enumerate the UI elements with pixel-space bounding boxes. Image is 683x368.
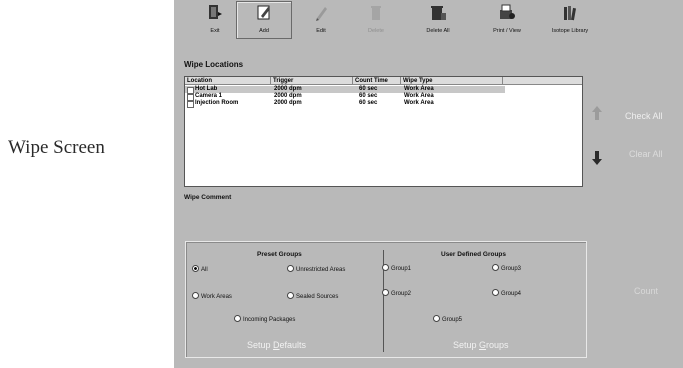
row-trigger: 2000 dpm — [274, 86, 302, 92]
user-defined-groups-title: User Defined Groups — [441, 251, 507, 258]
wipe-locations-title: Wipe Locations — [184, 60, 244, 69]
check-all-button[interactable]: Check All — [625, 111, 663, 121]
radio-group1-label: Group1 — [391, 266, 412, 273]
row-location: Hot Lab — [195, 86, 218, 92]
row-location: Camera 1 — [195, 93, 223, 99]
groups-panel: Preset Groups User Defined Groups All Un… — [185, 241, 587, 358]
radio-incoming-packages[interactable]: Incoming Packages — [234, 315, 296, 324]
radio-incoming-packages-label: Incoming Packages — [243, 317, 296, 324]
exit-button[interactable]: Exit — [188, 2, 242, 40]
radio-work-areas[interactable]: Work Areas — [192, 292, 232, 301]
setup-groups-rest: roups — [486, 340, 509, 350]
radio-group2-label: Group2 — [391, 291, 412, 298]
radio-group5-label: Group5 — [442, 317, 463, 324]
wipe-locations-list[interactable]: Location Trigger Count Time Wipe Type Ho… — [184, 76, 583, 187]
setup-defaults-rest: efaults — [279, 340, 307, 350]
radio-group1[interactable]: Group1 — [382, 264, 412, 273]
row-wipe-type: Work Area — [404, 93, 434, 99]
add-label: Add — [259, 28, 269, 34]
setup-defaults-button[interactable]: Setup Defaults — [247, 340, 306, 350]
row-trigger: 2000 dpm — [274, 100, 302, 106]
table-row[interactable]: Injection Room 2000 dpm 60 sec Work Area — [185, 100, 505, 108]
row-count-time: 60 sec — [359, 93, 378, 99]
clear-all-button[interactable]: Clear All — [629, 149, 663, 159]
print-view-label: Print / View — [493, 28, 521, 34]
delete-label: Delete — [368, 28, 384, 34]
row-wipe-type: Work Area — [404, 100, 434, 106]
radio-sealed-sources-label: Sealed Sources — [296, 294, 339, 301]
row-checkbox[interactable] — [187, 101, 194, 108]
add-icon — [257, 5, 270, 20]
isotope-library-label: Isotope Library — [551, 28, 589, 34]
radio-group5[interactable]: Group5 — [433, 315, 463, 324]
table-row[interactable]: Hot Lab 2000 dpm 60 sec Work Area — [185, 86, 505, 94]
preset-groups-title: Preset Groups — [257, 251, 302, 258]
radio-all[interactable]: All — [192, 265, 208, 274]
column-header-count-time[interactable]: Count Time — [353, 77, 401, 85]
radio-group3[interactable]: Group3 — [492, 264, 522, 273]
radio-group4-label: Group4 — [501, 291, 522, 298]
isotope-library-icon — [564, 6, 577, 21]
add-button[interactable]: Add — [236, 1, 292, 39]
delete-button[interactable]: Delete — [349, 2, 403, 40]
row-trigger: 2000 dpm — [274, 93, 302, 99]
radio-group2[interactable]: Group2 — [382, 289, 412, 298]
delete-icon — [371, 6, 381, 20]
column-header-empty — [503, 77, 582, 85]
edit-label: Edit — [316, 28, 326, 34]
app-window: Exit Add Edit Delete Delete All Print / … — [174, 0, 683, 368]
column-header-wipe-type[interactable]: Wipe Type — [401, 77, 503, 85]
screen-caption: Wipe Screen — [8, 137, 105, 158]
move-up-icon[interactable] — [592, 106, 602, 120]
exit-label: Exit — [210, 28, 220, 34]
radio-all-label: All — [201, 267, 208, 274]
row-wipe-type: Work Area — [404, 86, 434, 92]
radio-group3-label: Group3 — [501, 266, 522, 273]
print-view-icon — [500, 4, 515, 19]
wipe-comment-title: Wipe Comment — [184, 194, 232, 201]
delete-all-icon — [431, 6, 446, 20]
radio-unrestricted-areas[interactable]: Unrestricted Areas — [287, 265, 346, 274]
exit-icon — [209, 5, 222, 19]
isotope-library-button[interactable]: Isotope Library — [543, 2, 597, 40]
print-view-button[interactable]: Print / View — [480, 2, 534, 40]
delete-all-button[interactable]: Delete All — [411, 2, 465, 40]
table-row[interactable]: Camera 1 2000 dpm 60 sec Work Area — [185, 93, 505, 101]
column-header-trigger[interactable]: Trigger — [271, 77, 353, 85]
setup-groups-button[interactable]: Setup Groups — [453, 340, 509, 350]
count-button[interactable]: Count — [634, 286, 658, 296]
setup-groups-prefix: Setup — [453, 340, 480, 350]
edit-button[interactable]: Edit — [294, 2, 348, 40]
row-count-time: 60 sec — [359, 100, 378, 106]
radio-work-areas-label: Work Areas — [201, 294, 232, 301]
setup-defaults-prefix: Setup — [247, 340, 274, 350]
edit-icon — [316, 7, 327, 21]
radio-sealed-sources[interactable]: Sealed Sources — [287, 292, 339, 301]
column-header-location[interactable]: Location — [185, 77, 271, 85]
setup-groups-key: G — [479, 340, 487, 350]
radio-group4[interactable]: Group4 — [492, 289, 522, 298]
radio-unrestricted-areas-label: Unrestricted Areas — [296, 267, 346, 274]
delete-all-label: Delete All — [426, 28, 450, 34]
row-count-time: 60 sec — [359, 86, 378, 92]
move-down-icon[interactable] — [592, 151, 602, 165]
row-location: Injection Room — [195, 100, 239, 106]
